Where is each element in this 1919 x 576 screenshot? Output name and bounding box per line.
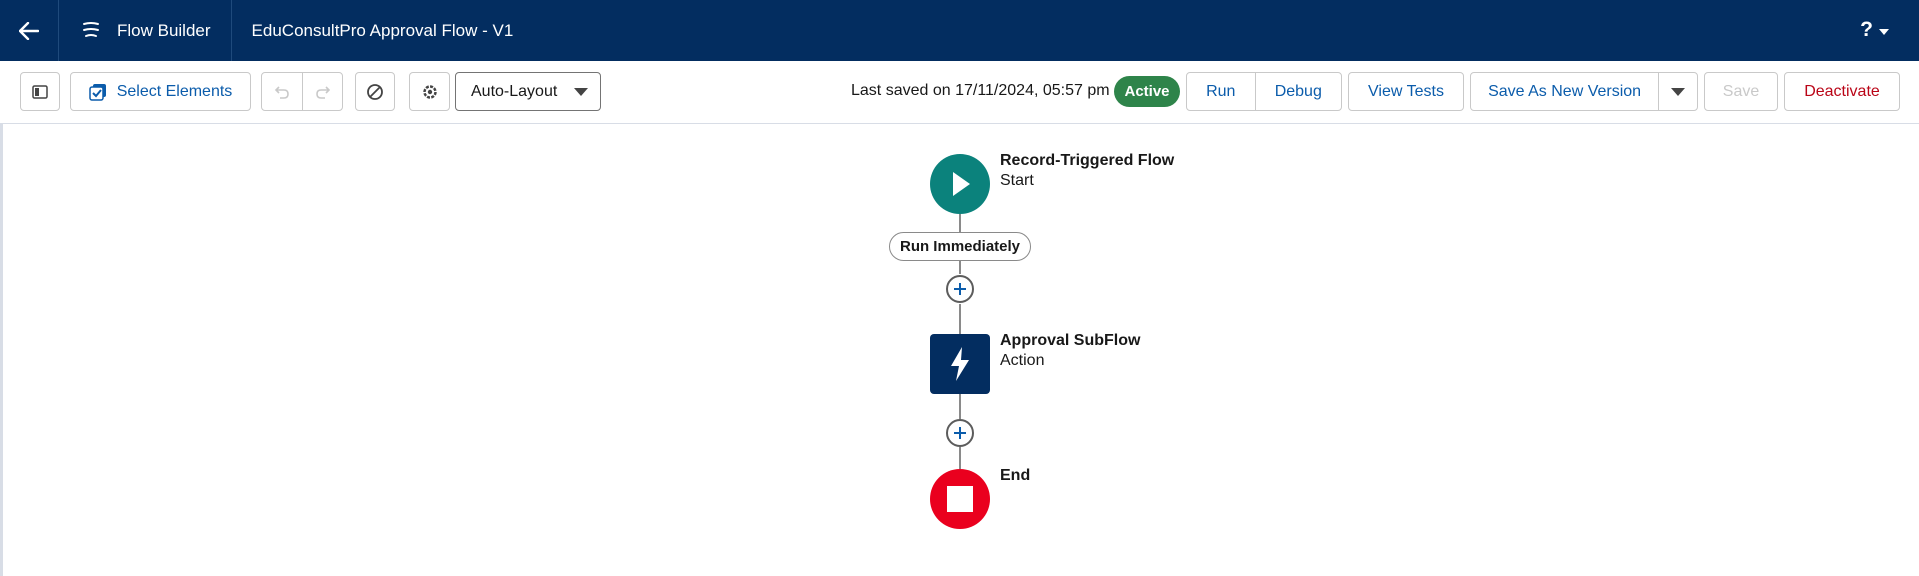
end-node-title: End (1000, 467, 1031, 484)
action-node-subtitle: Action (1000, 352, 1045, 369)
deactivate-button[interactable]: Deactivate (1784, 72, 1900, 111)
chevron-down-icon (574, 88, 588, 96)
layout-select-value: Auto-Layout (471, 82, 558, 100)
redo-button[interactable] (302, 73, 342, 110)
connector-line (959, 261, 961, 274)
action-node-title: Approval SubFlow (1000, 332, 1141, 349)
start-node[interactable] (930, 154, 990, 214)
save-as-new-version-group: Save As New Version (1470, 72, 1698, 111)
save-button[interactable]: Save (1704, 72, 1778, 111)
start-node-subtitle: Start (1000, 172, 1034, 189)
stop-icon (947, 486, 973, 512)
app-name: Flow Builder (117, 20, 211, 40)
arrow-left-icon (19, 21, 39, 40)
run-button[interactable]: Run (1187, 73, 1255, 110)
view-tests-button[interactable]: View Tests (1348, 72, 1464, 111)
help-icon: ? (1860, 18, 1873, 41)
undo-icon (275, 85, 290, 99)
settings-button[interactable] (409, 72, 450, 111)
debug-button[interactable]: Debug (1254, 73, 1341, 110)
run-immediately-path-label[interactable]: Run Immediately (889, 232, 1031, 261)
status-badge: Active (1114, 76, 1180, 107)
chevron-down-icon (1879, 28, 1889, 35)
connector-line (959, 394, 961, 419)
start-node-title: Record-Triggered Flow (1000, 152, 1175, 169)
lightning-icon (951, 347, 969, 381)
chevron-down-icon (1671, 87, 1686, 96)
undo-button[interactable] (262, 73, 302, 110)
save-as-new-version-button[interactable]: Save As New Version (1471, 73, 1658, 110)
end-node[interactable] (930, 469, 990, 529)
undo-redo-group (261, 72, 343, 111)
run-debug-group: Run Debug (1186, 72, 1342, 111)
app-header: Flow Builder EduConsultPro Approval Flow… (0, 0, 1919, 61)
last-saved-text: Last saved on 17/11/2024, 05:57 pm (851, 82, 1110, 99)
connector-line (959, 214, 961, 232)
plus-icon (954, 427, 966, 439)
save-options-dropdown[interactable] (1658, 73, 1697, 110)
layout-select[interactable]: Auto-Layout (455, 72, 601, 111)
panel-toggle-icon (32, 84, 48, 99)
help-menu-button[interactable]: ? (1860, 18, 1889, 42)
flow-icon (79, 19, 103, 43)
redo-icon (315, 85, 330, 99)
action-node[interactable] (930, 334, 990, 394)
flow-title: EduConsultPro Approval Flow - V1 (251, 20, 514, 40)
disable-button[interactable] (355, 72, 395, 111)
add-element-button[interactable] (946, 275, 974, 303)
plus-icon (954, 283, 966, 295)
ban-icon (367, 83, 383, 100)
back-button[interactable] (0, 0, 59, 61)
select-elements-button[interactable]: Select Elements (70, 72, 251, 111)
select-elements-label: Select Elements (116, 82, 233, 100)
toggle-panel-button[interactable] (20, 72, 60, 111)
app-launcher[interactable]: Flow Builder (59, 0, 232, 61)
play-icon (953, 172, 970, 196)
connector-line (959, 447, 961, 469)
checkbox-icon (88, 83, 106, 101)
add-element-button[interactable] (946, 419, 974, 447)
connector-line (959, 304, 961, 334)
gear-icon (422, 84, 437, 99)
